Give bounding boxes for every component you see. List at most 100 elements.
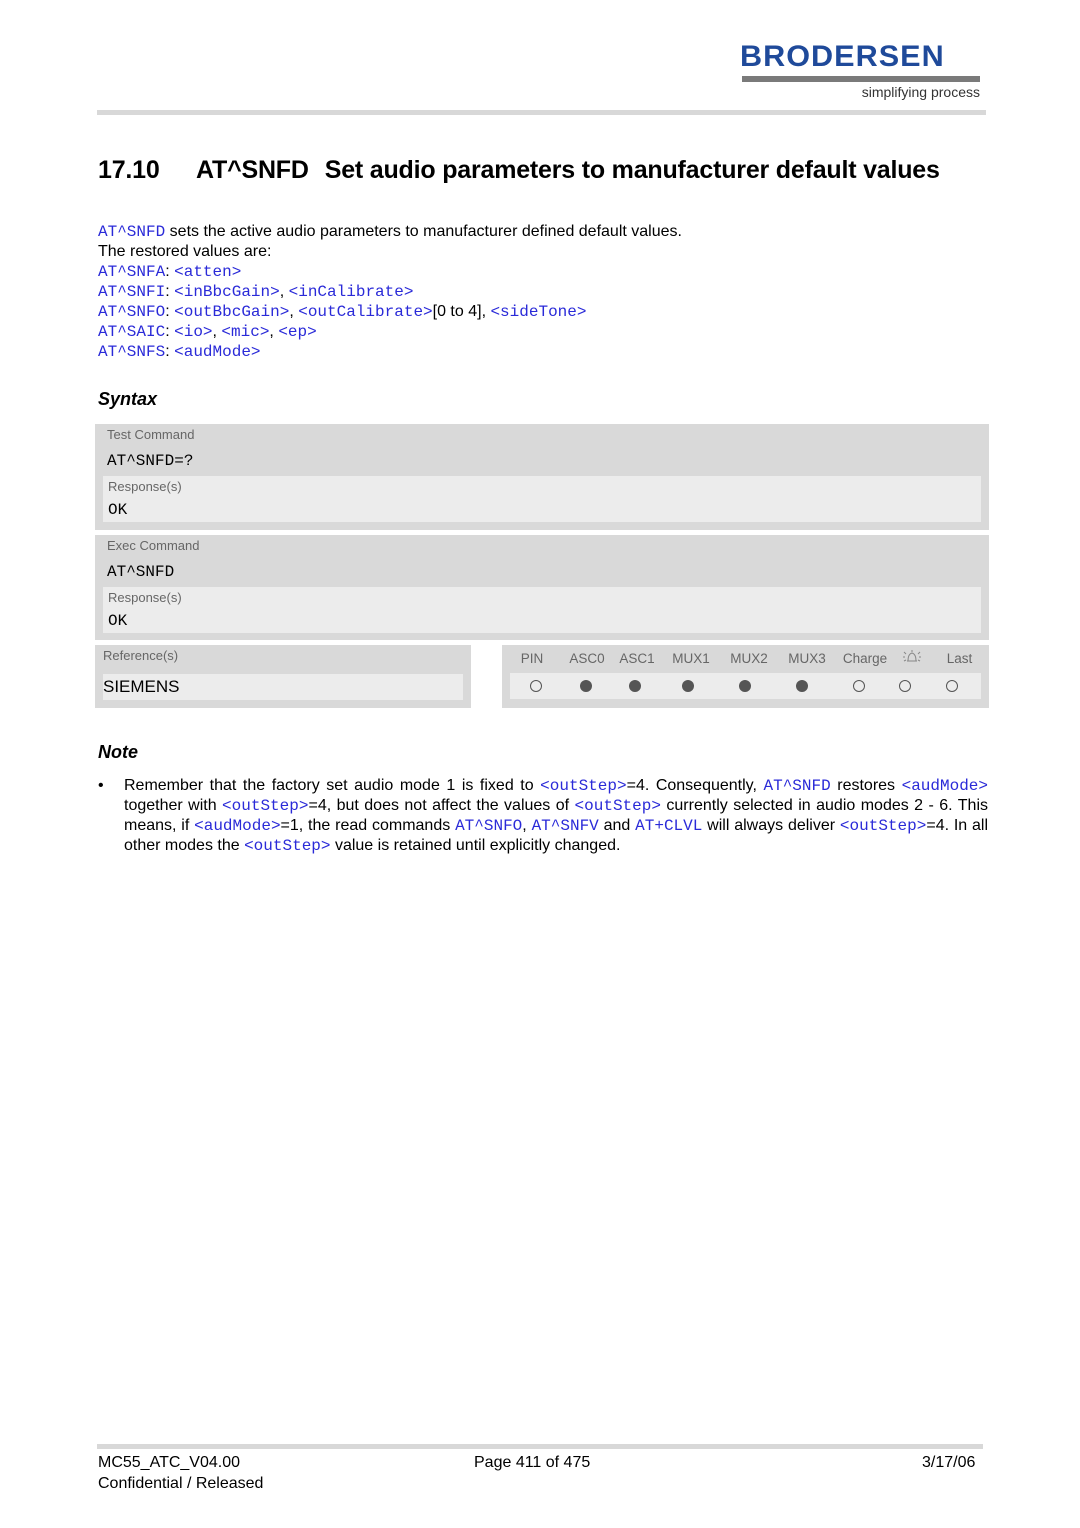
section-title: 17.10 AT^SNFD Set audio parameters to manu…: [98, 156, 940, 185]
command-link[interactable]: AT^SNFI: [98, 283, 165, 301]
exec-response-label: Response(s): [108, 590, 182, 605]
exec-response-box: Response(s) OK: [103, 587, 981, 633]
reference-box: Reference(s) SIEMENS: [95, 645, 471, 708]
filled-circle-icon: [579, 680, 592, 692]
parameter-link[interactable]: <mic>: [221, 323, 269, 341]
restored-values-list: AT^SNFA: <atten> AT^SNFI: <inBbcGain>, <i…: [98, 262, 682, 362]
parameter-link[interactable]: <outCalibrate>: [298, 303, 432, 321]
empty-circle-icon: [899, 680, 912, 692]
note-body: Remember that the factory set audio mode…: [124, 776, 988, 856]
command-link[interactable]: AT^SNFS: [98, 343, 165, 361]
restored-value-item: AT^SNFO: <outBbcGain>, <outCalibrate>[0 …: [98, 302, 682, 322]
flag-header-asc1: ASC1: [619, 650, 655, 666]
filled-circle-icon: [739, 680, 752, 692]
parameter-link[interactable]: <inBbcGain>: [174, 283, 280, 301]
test-response-box: Response(s) OK: [103, 476, 981, 522]
command-link[interactable]: AT^SNFA: [98, 263, 165, 281]
note-item: • Remember that the factory set audio mo…: [98, 776, 988, 856]
parameter-link[interactable]: <atten>: [174, 263, 241, 281]
note-text: restores: [830, 777, 902, 794]
footer-date: 3/17/06: [922, 1454, 976, 1471]
reference-link[interactable]: <audMode>: [902, 777, 988, 795]
flag-cell: [610, 680, 659, 692]
syntax-heading: Syntax: [98, 389, 158, 409]
test-command-syntax: AT^SNFD=?: [107, 452, 194, 470]
flag-header-asc0: ASC0: [569, 650, 605, 666]
command-link[interactable]: AT^SNFO: [98, 303, 165, 321]
reference-link[interactable]: AT^SNFO: [455, 817, 522, 835]
exec-command-label: Exec Command: [107, 538, 200, 553]
note-text: =4. Consequently,: [626, 777, 764, 794]
logo-underline: [742, 76, 980, 82]
separator-text: ,: [289, 303, 299, 320]
filled-circle-icon: [796, 680, 809, 692]
parameter-link[interactable]: <inCalibrate>: [289, 283, 414, 301]
flag-header-mux2: MUX2: [730, 650, 768, 666]
footer-doc-id: MC55_ATC_V04.00: [98, 1454, 240, 1471]
test-response-label: Response(s): [108, 479, 182, 494]
flag-values: [510, 673, 981, 699]
reference-link[interactable]: AT^SNFV: [532, 817, 599, 835]
flag-cell: [888, 680, 923, 692]
reference-link[interactable]: <outStep>: [575, 797, 661, 815]
reference-link[interactable]: AT+CLVL: [635, 817, 702, 835]
reference-link[interactable]: AT^SNFD: [763, 777, 830, 795]
filled-circle-icon: [681, 680, 694, 692]
note-text: =1, the read commands: [280, 817, 456, 834]
reference-link[interactable]: <outStep>: [244, 837, 330, 855]
flag-cell: [510, 680, 561, 692]
reference-link[interactable]: <outStep>: [222, 797, 308, 815]
separator-text: ,: [269, 323, 279, 340]
note-text: will always deliver: [702, 817, 840, 834]
intro-paragraph: AT^SNFD sets the active audio parameters…: [98, 222, 682, 362]
flag-cell: [923, 680, 981, 692]
logo-tagline: simplifying process: [861, 84, 980, 100]
separator-text: [0 to 4],: [432, 303, 491, 320]
empty-circle-icon: [946, 680, 958, 692]
note-text: Remember that the factory set audio mode…: [124, 777, 541, 794]
parameter-link[interactable]: <outBbcGain>: [174, 303, 289, 321]
applicability-flags-box: PIN ASC0 ASC1 MUX1 MUX2 MUX3 Charge Last: [502, 645, 989, 708]
empty-circle-icon: [853, 680, 866, 692]
note-text: value is retained until explicitly chang…: [330, 837, 621, 854]
flag-cell: [659, 680, 716, 692]
separator-text: ,: [279, 283, 289, 300]
restored-value-item: AT^SNFS: <audMode>: [98, 342, 682, 362]
reference-link[interactable]: <outStep>: [540, 777, 626, 795]
exec-command-syntax: AT^SNFD: [107, 563, 175, 581]
flag-header-mux1: MUX1: [672, 650, 710, 666]
alarm-bell-icon: [894, 649, 930, 668]
restored-value-item: AT^SNFI: <inBbcGain>, <inCalibrate>: [98, 282, 682, 302]
exec-response-value: OK: [108, 612, 128, 630]
separator: :: [165, 303, 175, 320]
reference-link[interactable]: <outStep>: [840, 817, 926, 835]
footer-page-number: Page 411 of 475: [474, 1454, 591, 1471]
test-command-label: Test Command: [107, 427, 195, 442]
note-text: ,: [522, 817, 532, 834]
section-number: 17.10: [98, 156, 160, 184]
reference-value: SIEMENS: [103, 674, 463, 700]
filled-circle-icon: [628, 680, 641, 692]
command-link[interactable]: AT^SAIC: [98, 323, 165, 341]
separator: :: [165, 283, 175, 300]
parameter-link[interactable]: <sideTone>: [490, 303, 586, 321]
parameter-link[interactable]: <ep>: [278, 323, 316, 341]
flag-header-last: Last: [946, 650, 973, 666]
parameter-link[interactable]: <audMode>: [174, 343, 260, 361]
parameter-link[interactable]: <io>: [174, 323, 212, 341]
restored-value-item: AT^SAIC: <io>, <mic>, <ep>: [98, 322, 682, 342]
flag-headers: PIN ASC0 ASC1 MUX1 MUX2 MUX3 Charge Last: [502, 645, 989, 671]
reference-link[interactable]: <audMode>: [194, 817, 280, 835]
flag-header-charge: Charge: [842, 650, 888, 666]
flag-cell: [561, 680, 610, 692]
empty-circle-icon: [529, 680, 542, 692]
flag-header-pin: PIN: [520, 650, 544, 666]
flag-cell: [831, 680, 888, 692]
test-command-box: Test Command AT^SNFD=? Response(s) OK: [95, 424, 989, 530]
restored-value-item: AT^SNFA: <atten>: [98, 262, 682, 282]
command-link[interactable]: AT^SNFD: [98, 223, 165, 241]
reference-label: Reference(s): [103, 648, 179, 663]
separator: :: [165, 323, 175, 340]
flag-cell: [717, 680, 774, 692]
note-heading: Note: [98, 742, 138, 762]
